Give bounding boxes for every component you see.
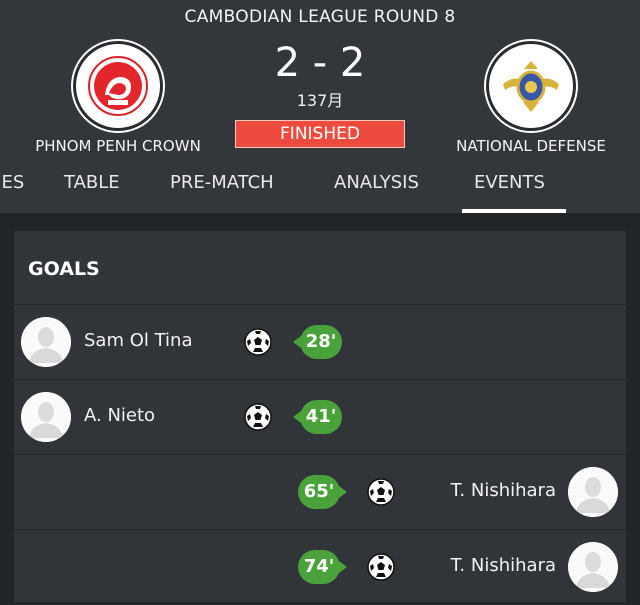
match-status-badge: FINISHED bbox=[235, 120, 405, 148]
goal-scorer-name: A. Nieto bbox=[84, 405, 156, 426]
tab-matches[interactable]: HES bbox=[0, 168, 64, 213]
goal-scorer-name: Sam Ol Tina bbox=[84, 330, 193, 351]
player-avatar bbox=[21, 392, 71, 442]
player-avatar bbox=[568, 467, 618, 517]
soccer-ball-icon bbox=[367, 478, 395, 506]
goals-title: GOALS bbox=[14, 231, 626, 305]
soccer-ball-icon bbox=[244, 403, 272, 431]
away-team[interactable]: NATIONAL DEFENSE bbox=[436, 41, 626, 155]
away-team-crest bbox=[486, 41, 576, 131]
goal-event-row[interactable]: 74' T. Nishihara bbox=[14, 530, 626, 605]
goal-event-row[interactable]: 65' T. Nishihara bbox=[14, 455, 626, 530]
goal-minute-badge: 74' bbox=[298, 550, 347, 584]
goal-minute-badge: 41' bbox=[293, 400, 342, 434]
league-round-title: CAMBODIAN LEAGUE ROUND 8 bbox=[184, 7, 456, 27]
player-avatar-icon bbox=[21, 317, 71, 367]
tab-table[interactable]: TABLE bbox=[64, 168, 170, 213]
tab-analysis[interactable]: ANALYSIS bbox=[334, 168, 474, 213]
match-header: CAMBODIAN LEAGUE ROUND 8 PHNOM PENH CROW… bbox=[0, 0, 640, 213]
tab-pre-match[interactable]: PRE-MATCH bbox=[170, 168, 334, 213]
soccer-ball-icon bbox=[367, 553, 395, 581]
player-avatar-icon bbox=[21, 392, 71, 442]
soccer-ball-icon bbox=[244, 328, 272, 356]
away-team-name: NATIONAL DEFENSE bbox=[456, 137, 606, 155]
goals-panel: GOALS Sam Ol Tina 28' A. Nieto 41' 65' T… bbox=[14, 231, 626, 605]
goal-scorer-name: T. Nishihara bbox=[450, 480, 556, 501]
player-avatar bbox=[21, 317, 71, 367]
player-avatar bbox=[568, 542, 618, 592]
goal-event-row[interactable]: A. Nieto 41' bbox=[14, 380, 626, 455]
national-defense-crest-icon bbox=[503, 61, 559, 112]
goal-scorer-name: T. Nishihara bbox=[450, 555, 556, 576]
home-team-name: PHNOM PENH CROWN bbox=[35, 137, 201, 155]
goal-minute-badge: 65' bbox=[298, 475, 347, 509]
goal-minute-badge: 28' bbox=[293, 325, 342, 359]
player-avatar-icon bbox=[568, 542, 618, 592]
goal-event-row[interactable]: Sam Ol Tina 28' bbox=[14, 305, 626, 380]
match-tabs: HES TABLE PRE-MATCH ANALYSIS EVENTS bbox=[0, 168, 640, 213]
tab-events[interactable]: EVENTS bbox=[462, 168, 566, 213]
player-avatar-icon bbox=[568, 467, 618, 517]
